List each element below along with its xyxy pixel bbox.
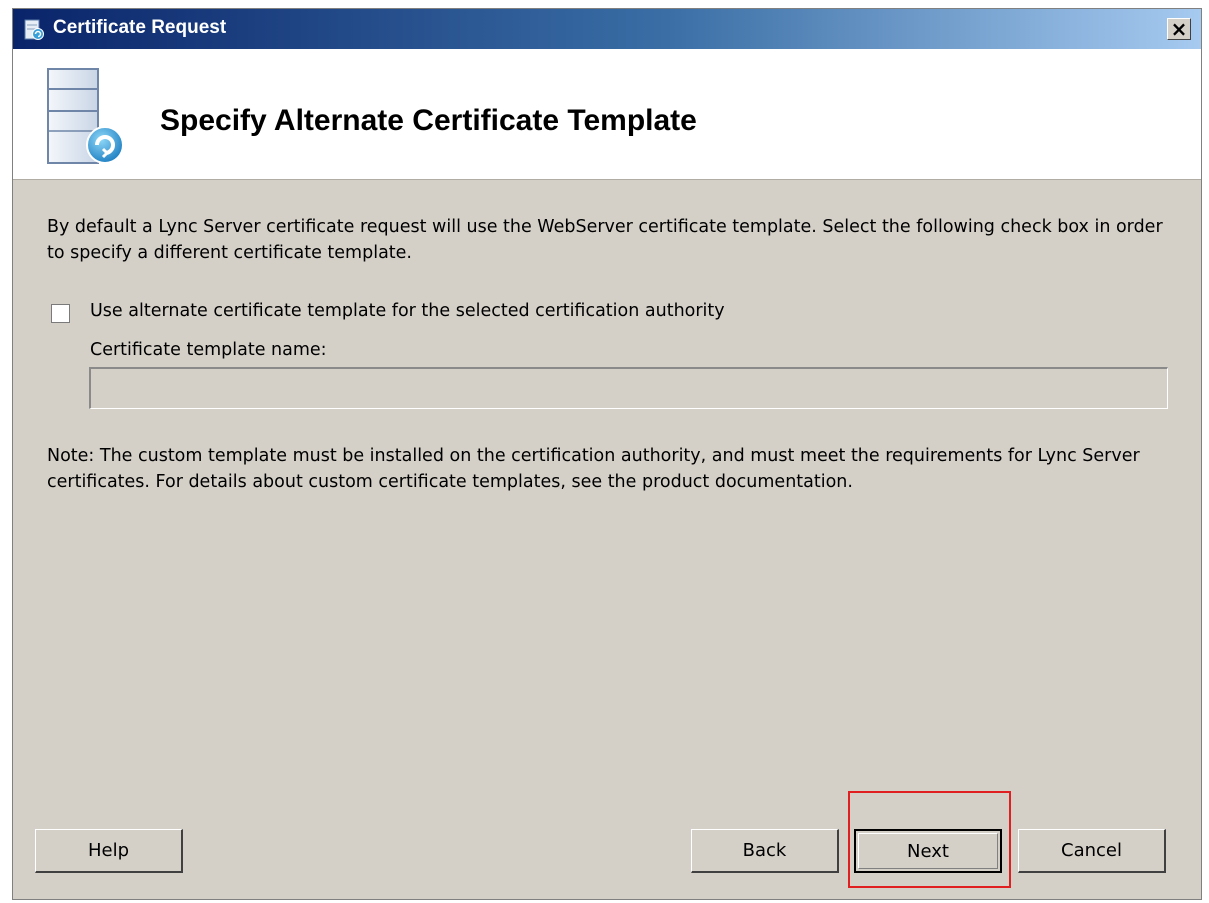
alternate-template-checkbox[interactable] — [51, 304, 70, 323]
next-button-highlight — [848, 791, 1011, 888]
help-button-label: Help — [87, 840, 130, 861]
back-button-label: Back — [742, 840, 787, 861]
cancel-button-label: Cancel — [1061, 840, 1122, 861]
note-text: Note: The custom template must be instal… — [47, 446, 1140, 492]
certificate-request-window: Certificate Request × Specify Alternate … — [12, 8, 1202, 900]
server-certificate-icon — [43, 67, 133, 167]
certificate-request-icon — [23, 19, 45, 41]
template-name-input[interactable] — [89, 367, 1168, 409]
close-button[interactable]: × — [1167, 18, 1191, 40]
page-title: Specify Alternate Certificate Template — [160, 104, 697, 137]
help-button[interactable]: Help — [35, 829, 183, 873]
template-name-label: Certificate template name: — [90, 340, 327, 360]
wizard-header: Specify Alternate Certificate Template — [13, 49, 1201, 180]
intro-text: By default a Lync Server certificate req… — [47, 217, 1163, 263]
title-bar: Certificate Request × — [13, 9, 1201, 49]
alternate-template-checkbox-label[interactable]: Use alternate certificate template for t… — [90, 301, 725, 321]
back-button[interactable]: Back — [691, 829, 839, 873]
close-icon: × — [1170, 17, 1188, 41]
cancel-button[interactable]: Cancel — [1018, 829, 1166, 873]
window-title: Certificate Request — [53, 17, 227, 38]
